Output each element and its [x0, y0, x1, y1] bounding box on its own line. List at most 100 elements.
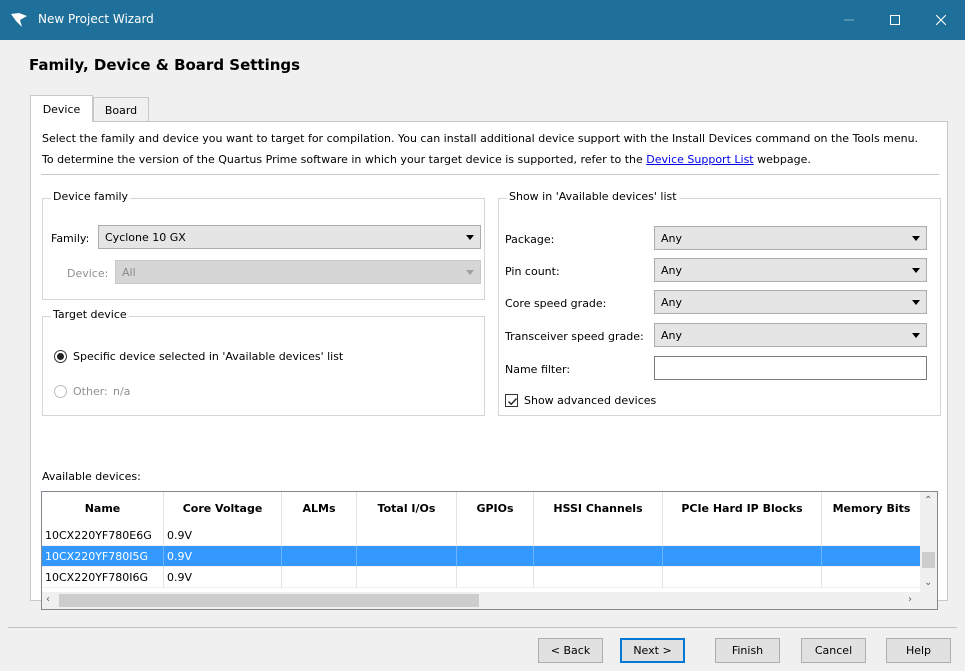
minimize-icon — [844, 19, 854, 21]
device-value: All — [122, 265, 136, 279]
device-family-group: Device family Family: Cyclone 10 GX Devi… — [42, 190, 485, 300]
table-row-selected[interactable]: 10CX220YF780I5G 0.9V — [42, 546, 922, 567]
description-line-1: Select the family and device you want to… — [42, 132, 919, 145]
pin-count-label: Pin count: — [505, 265, 560, 278]
checkmark-icon — [508, 398, 518, 406]
chevron-down-icon — [912, 268, 920, 273]
available-devices-table: Name Core Voltage ALMs Total I/Os GPIOs … — [41, 491, 938, 610]
other-value: n/a — [113, 385, 131, 398]
cell-name: 10CX220YF780I5G — [42, 546, 164, 567]
column-header-alms[interactable]: ALMs — [282, 492, 357, 525]
cell-pcie-hard-ip — [663, 546, 822, 567]
vertical-scroll-thumb[interactable] — [922, 552, 935, 568]
cell-core-voltage: 0.9V — [164, 567, 282, 588]
column-header-pcie-hard-ip[interactable]: PCIe Hard IP Blocks — [663, 492, 822, 525]
cell-pcie-hard-ip — [663, 567, 822, 588]
scroll-up-icon[interactable]: ⌃ — [924, 496, 932, 506]
chevron-down-icon — [912, 300, 920, 305]
show-filter-legend: Show in 'Available devices' list — [507, 190, 679, 203]
description-suffix: webpage. — [753, 153, 811, 166]
family-select[interactable]: Cyclone 10 GX — [98, 225, 481, 249]
scroll-left-icon[interactable]: ‹ — [46, 595, 50, 605]
column-header-total-ios[interactable]: Total I/Os — [357, 492, 457, 525]
pin-count-select[interactable]: Any — [654, 258, 927, 282]
scroll-down-icon[interactable]: ⌄ — [924, 578, 932, 588]
tab-board[interactable]: Board — [93, 97, 149, 122]
column-header-core-voltage[interactable]: Core Voltage — [164, 492, 282, 525]
cell-total-ios — [357, 546, 457, 567]
wizard-client: Family, Device & Board Settings Device B… — [8, 40, 957, 671]
pin-count-value: Any — [661, 263, 683, 277]
core-speed-select[interactable]: Any — [654, 290, 927, 314]
show-advanced-label: Show advanced devices — [524, 394, 657, 407]
cell-gpios — [457, 546, 534, 567]
cell-gpios — [457, 525, 534, 546]
back-button[interactable]: < Back — [538, 638, 603, 663]
cell-total-ios — [357, 567, 457, 588]
horizontal-scroll-thumb[interactable] — [59, 594, 479, 607]
target-device-group: Target device Specific device selected i… — [42, 308, 485, 416]
separator — [41, 174, 939, 175]
cell-name: 10CX220YF780E6G — [42, 525, 164, 546]
cancel-button[interactable]: Cancel — [801, 638, 866, 663]
transceiver-speed-select[interactable]: Any — [654, 323, 927, 347]
cell-core-voltage: 0.9V — [164, 525, 282, 546]
description-prefix: To determine the version of the Quartus … — [42, 153, 647, 166]
chevron-down-icon — [912, 236, 920, 241]
other-device-radio[interactable] — [54, 385, 67, 398]
cell-gpios — [457, 567, 534, 588]
table-row[interactable]: 10CX220YF780I6G 0.9V — [42, 567, 922, 588]
specific-device-radio[interactable] — [54, 350, 67, 363]
column-header-hssi-channels[interactable]: HSSI Channels — [534, 492, 663, 525]
cell-memory-bits — [822, 525, 922, 546]
target-device-legend: Target device — [51, 308, 129, 321]
column-header-gpios[interactable]: GPIOs — [457, 492, 534, 525]
chevron-down-icon — [466, 235, 474, 240]
horizontal-scrollbar[interactable]: ‹ › — [42, 592, 922, 609]
next-button[interactable]: Next > — [620, 638, 685, 663]
family-value: Cyclone 10 GX — [105, 230, 186, 244]
chevron-down-icon — [466, 270, 474, 275]
close-button[interactable] — [918, 0, 964, 40]
device-tab-panel: Select the family and device you want to… — [30, 121, 948, 610]
column-header-name[interactable]: Name — [42, 492, 164, 525]
cell-pcie-hard-ip — [663, 525, 822, 546]
vertical-scrollbar[interactable]: ⌃ ⌄ — [920, 492, 937, 593]
show-advanced-checkbox[interactable] — [505, 394, 518, 407]
available-devices-label: Available devices: — [42, 470, 141, 483]
device-support-list-link[interactable]: Device Support List — [646, 153, 753, 166]
package-value: Any — [661, 231, 683, 245]
finish-button[interactable]: Finish — [715, 638, 780, 663]
page-title: Family, Device & Board Settings — [29, 56, 301, 74]
column-header-memory-bits[interactable]: Memory Bits — [822, 492, 922, 525]
maximize-icon — [890, 15, 900, 25]
scroll-right-icon[interactable]: › — [908, 595, 912, 605]
cell-alms — [282, 567, 357, 588]
scrollbar-corner — [920, 592, 937, 609]
table-row[interactable]: 10CX220YF780E6G 0.9V — [42, 525, 922, 546]
other-label: Other: — [73, 385, 108, 398]
cell-memory-bits — [822, 546, 922, 567]
cell-total-ios — [357, 525, 457, 546]
minimize-button[interactable] — [826, 0, 872, 40]
maximize-button[interactable] — [872, 0, 918, 40]
package-select[interactable]: Any — [654, 226, 927, 250]
cell-memory-bits — [822, 567, 922, 588]
title-bar: New Project Wizard — [0, 0, 965, 40]
name-filter-input[interactable] — [654, 356, 927, 380]
chevron-down-icon — [912, 333, 920, 338]
device-select[interactable]: All — [115, 260, 481, 284]
package-label: Package: — [505, 233, 555, 246]
window-title: New Project Wizard — [38, 12, 154, 26]
transceiver-speed-label: Transceiver speed grade: — [505, 330, 644, 343]
name-filter-label: Name filter: — [505, 363, 571, 376]
cell-name: 10CX220YF780I6G — [42, 567, 164, 588]
show-filter-group: Show in 'Available devices' list Package… — [498, 190, 941, 416]
tab-device[interactable]: Device — [30, 95, 93, 122]
device-label: Device: — [67, 267, 109, 280]
family-label: Family: — [51, 232, 90, 245]
device-family-legend: Device family — [51, 190, 131, 203]
help-button[interactable]: Help — [886, 638, 951, 663]
footer-separator — [8, 627, 957, 628]
transceiver-speed-value: Any — [661, 328, 683, 342]
